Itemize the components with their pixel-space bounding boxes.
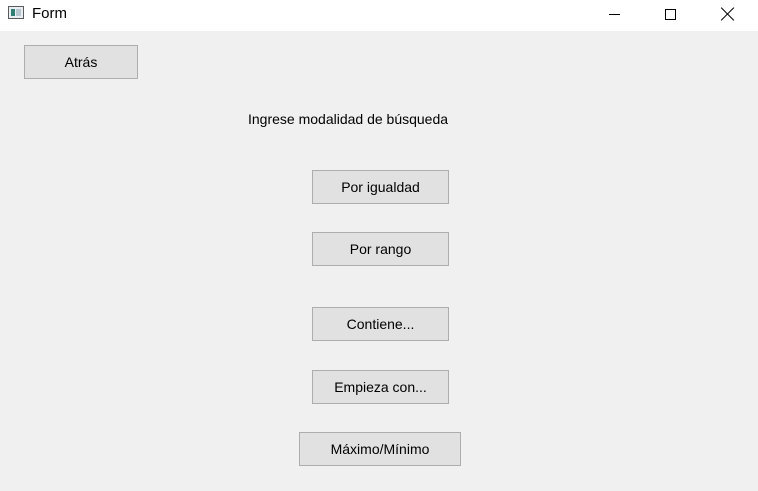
contains-search-button[interactable]: Contiene... — [312, 307, 449, 341]
maximize-icon — [664, 8, 676, 20]
starts-with-search-button[interactable]: Empieza con... — [312, 370, 449, 404]
close-button[interactable] — [700, 0, 756, 28]
back-button[interactable]: Atrás — [24, 45, 138, 79]
form-window: Form Atrás Ingrese modalidad de búsqueda… — [0, 0, 758, 491]
close-icon — [721, 7, 735, 21]
window-title: Form — [32, 5, 67, 22]
maximize-button[interactable] — [642, 0, 698, 28]
minimize-icon — [608, 13, 620, 15]
app-form-icon — [8, 6, 24, 19]
search-mode-prompt: Ingrese modalidad de búsqueda — [248, 111, 449, 127]
minimize-button[interactable] — [586, 0, 642, 28]
range-search-button[interactable]: Por rango — [312, 232, 449, 266]
max-min-search-button[interactable]: Máximo/Mínimo — [299, 432, 461, 466]
equality-search-button[interactable]: Por igualdad — [312, 170, 449, 204]
title-bar[interactable]: Form — [0, 0, 758, 31]
